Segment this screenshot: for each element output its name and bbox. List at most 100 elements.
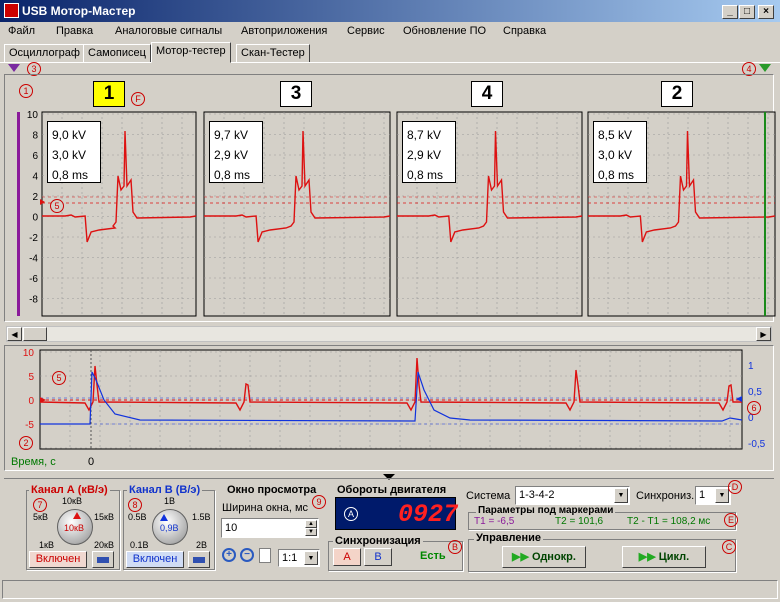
params-title: Параметры под маркерами — [476, 505, 616, 516]
callout-D: D — [728, 480, 742, 494]
y-tick-label: 2 — [32, 192, 38, 203]
window-view-title: Окно просмотра — [225, 484, 319, 496]
sync-cyl-label: Синхрониз. — [636, 490, 695, 502]
scale-tick: 5кВ — [33, 512, 48, 522]
sync-title: Синхронизация — [333, 535, 423, 547]
scale-tick: 20кВ — [94, 540, 114, 550]
scale-tick: 0.1В — [130, 540, 149, 550]
window-width-label: Ширина окна, мс — [222, 502, 309, 514]
chevron-down-icon: ▼ — [304, 551, 318, 565]
burn-time: 0,8 ms — [52, 168, 89, 182]
rpm-display: A 0927 — [335, 497, 459, 530]
peak-voltage: 9,0 kV — [52, 128, 87, 142]
sync-cyl-select[interactable]: 1 ▼ — [695, 486, 731, 505]
scale-tick: 0.5В — [128, 512, 147, 522]
time-zero-label: 0 — [88, 456, 95, 468]
play-icon: ▶▶ — [512, 551, 529, 563]
window-width-input[interactable]: 10 ▲ ▼ — [221, 518, 319, 538]
scale-tick: 15кВ — [94, 512, 114, 522]
callout-2: 2 — [19, 436, 33, 450]
scale-tick: 1В — [164, 496, 176, 506]
callout-6: 6 — [747, 401, 761, 415]
cylinder-info-box: 9,0 kV 3,0 kV 0,8 ms — [47, 121, 101, 183]
channel-b-adjust-icon[interactable] — [188, 551, 210, 568]
system-value: 1-3-4-2 — [519, 489, 555, 501]
chevron-down-icon: ▼ — [715, 488, 729, 503]
system-label: Система — [466, 490, 511, 502]
single-run-button[interactable]: ▶▶ Однокр. — [502, 546, 586, 568]
knob-value: 0,9В — [160, 523, 179, 533]
channel-a-enabled-button[interactable]: Включен — [29, 551, 87, 568]
t2-value: Т2 = 101,6 — [555, 516, 604, 527]
status-bar — [2, 580, 778, 599]
channel-b-title: Канал В (В/э) — [127, 484, 203, 496]
zoom-in-icon[interactable]: + — [222, 548, 236, 562]
cycle-run-label: Цикл. — [658, 551, 690, 563]
knob-value: 10кВ — [64, 523, 84, 533]
channel-b-enabled-button[interactable]: Включен — [126, 551, 184, 568]
callout-5: 5 — [50, 199, 64, 213]
sync-b-button[interactable]: В — [364, 548, 392, 566]
burn-time: 0,8 ms — [407, 168, 444, 182]
callout-C: C — [722, 540, 736, 554]
scale-tick: 1кВ — [39, 540, 54, 550]
sync-status: Есть — [420, 550, 446, 562]
spin-up-icon[interactable]: ▲ — [305, 520, 317, 528]
cylinder-info-box: 8,5 kV 3,0 kV 0,8 ms — [593, 121, 647, 183]
y-tick-label: 4 — [32, 172, 38, 183]
scale-tick: 1.5В — [192, 512, 211, 522]
page-icon[interactable] — [259, 548, 271, 563]
y-tick-label: -2 — [29, 233, 38, 244]
chevron-down-icon: ▼ — [614, 488, 628, 503]
burn-voltage: 3,0 kV — [598, 148, 633, 162]
scale-value: 1:1 — [282, 552, 298, 564]
play-icon: ▶▶ — [638, 551, 656, 563]
scale-tick: 2В — [196, 540, 208, 550]
channel-a-title: Канал А (кВ/э) — [29, 484, 110, 496]
callout-5: 5 — [52, 371, 66, 385]
rpm-value: 0927 — [398, 500, 459, 529]
y-tick-label: -4 — [29, 254, 38, 265]
scale-tick: 10кВ — [62, 496, 82, 506]
y-tick-label: -6 — [29, 274, 38, 285]
callout-A: A — [344, 507, 358, 521]
spin-down-icon[interactable]: ▼ — [305, 528, 317, 536]
callout-9: 9 — [312, 495, 326, 509]
dt-value: Т2 - Т1 = 108,2 мс — [627, 516, 711, 527]
y-tick-label: -8 — [29, 295, 38, 306]
horizontal-scrollbar[interactable]: ◀ ▶ — [6, 326, 772, 342]
peak-voltage: 9,7 kV — [214, 128, 249, 142]
sync-cyl-value: 1 — [699, 489, 706, 501]
burn-voltage: 2,9 kV — [407, 148, 442, 162]
burn-time: 0,8 ms — [598, 168, 635, 182]
window-width-value: 10 — [225, 522, 238, 534]
cycle-run-button[interactable]: ▶▶ Цикл. — [622, 546, 706, 568]
channel-b-knob[interactable]: 0,9В — [152, 509, 188, 545]
scale-select[interactable]: 1:1 ▼ — [278, 549, 320, 567]
rpm-title: Обороты двигателя — [335, 484, 449, 496]
scroll-right-arrow-icon[interactable]: ▶ — [756, 327, 771, 341]
cylinder-info-box: 9,7 kV 2,9 kV 0,8 ms — [209, 121, 263, 183]
callout-E: E — [724, 513, 738, 527]
tab-motor-tester[interactable]: Мотор-тестер — [151, 42, 231, 63]
callout-B: B — [448, 540, 462, 554]
knob-pointer-icon — [73, 512, 81, 519]
channel-a-knob[interactable]: 10кВ — [57, 509, 93, 545]
y-tick-label: 0 — [32, 213, 38, 224]
burn-time: 0,8 ms — [214, 168, 251, 182]
scroll-thumb[interactable] — [23, 327, 47, 341]
cylinder-info-box: 8,7 kV 2,9 kV 0,8 ms — [402, 121, 456, 183]
system-select[interactable]: 1-3-4-2 ▼ — [515, 486, 630, 505]
channel-a-adjust-icon[interactable] — [92, 551, 114, 568]
control-title: Управление — [474, 532, 544, 544]
y-tick-label: 8 — [32, 131, 38, 142]
single-run-label: Однокр. — [532, 551, 576, 563]
zoom-out-icon[interactable]: − — [240, 548, 254, 562]
y-tick-label: 6 — [32, 151, 38, 162]
scroll-left-arrow-icon[interactable]: ◀ — [7, 327, 22, 341]
burn-voltage: 2,9 kV — [214, 148, 249, 162]
sync-a-button[interactable]: А — [333, 548, 361, 566]
callout-7: 7 — [33, 498, 47, 512]
knob-pointer-icon — [160, 514, 168, 521]
callout-8: 8 — [128, 498, 142, 512]
